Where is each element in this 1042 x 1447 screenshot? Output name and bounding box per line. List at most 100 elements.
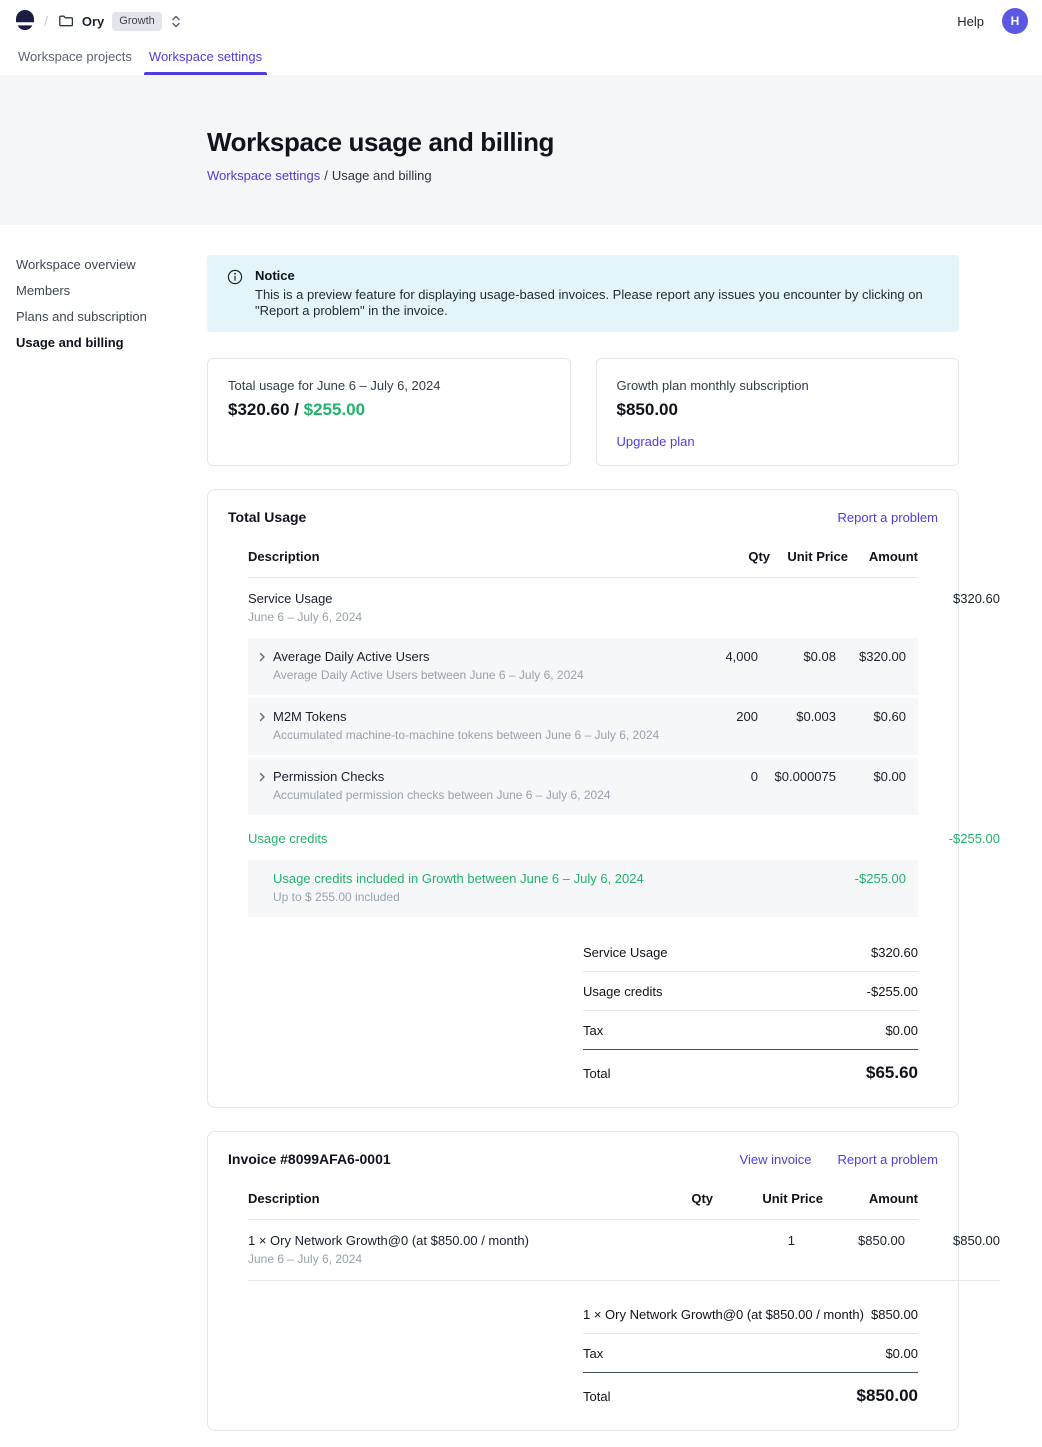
usage-panel-title: Total Usage <box>228 509 306 525</box>
ory-logo-icon[interactable] <box>16 10 34 32</box>
table-row-service-usage: Service Usage June 6 – July 6, 2024 $320… <box>248 578 1000 638</box>
breadcrumb-workspace-settings[interactable]: Workspace settings <box>207 168 320 183</box>
sidebar-item-members[interactable]: Members <box>16 284 187 297</box>
totals-value: $320.60 <box>871 945 918 960</box>
invoice-totals: 1 × Ory Network Growth@0 (at $850.00 / m… <box>583 1295 918 1406</box>
sidebar-item-plans-and-subscription[interactable]: Plans and subscription <box>16 310 187 323</box>
breadcrumb: Workspace settings/Usage and billing <box>207 168 1042 183</box>
usage-table-header: Description Qty Unit Price Amount <box>248 537 918 578</box>
totals-label: 1 × Ory Network Growth@0 (at $850.00 / m… <box>583 1307 864 1322</box>
col-amount: Amount <box>823 1191 918 1206</box>
grand-total-label: Total <box>583 1389 610 1404</box>
totals-line-subscription: 1 × Ory Network Growth@0 (at $850.00 / m… <box>583 1295 918 1334</box>
chevron-right-icon <box>256 769 273 802</box>
upgrade-plan-link[interactable]: Upgrade plan <box>617 434 695 449</box>
totals-grand-total: Total $65.60 <box>583 1050 918 1083</box>
row-subtitle: Accumulated machine-to-machine tokens be… <box>273 728 659 742</box>
page-title: Workspace usage and billing <box>207 127 1042 158</box>
table-row-average-daily-active-users[interactable]: Average Daily Active Users Average Daily… <box>248 638 918 695</box>
table-row-usage-credits-included: Usage credits included in Growth between… <box>248 860 918 917</box>
row-unit-price: $850.00 <box>795 1233 905 1248</box>
totals-label: Usage credits <box>583 984 662 999</box>
workspace-tabs: Workspace projects Workspace settings <box>0 42 1042 75</box>
total-usage-label: Total usage for June 6 – July 6, 2024 <box>228 378 550 393</box>
subscription-amount: $850.00 <box>617 400 939 420</box>
row-unit-price: $0.003 <box>758 709 836 724</box>
folder-icon <box>58 13 74 29</box>
summary-cards: Total usage for June 6 – July 6, 2024 $3… <box>207 358 959 466</box>
invoice-panel: Invoice #8099AFA6-0001 View invoice Repo… <box>207 1131 959 1431</box>
tab-workspace-settings[interactable]: Workspace settings <box>144 42 267 75</box>
row-amount: $850.00 <box>905 1233 1000 1248</box>
totals-value: $850.00 <box>871 1307 918 1322</box>
totals-grand-total: Total $850.00 <box>583 1373 918 1406</box>
chevron-right-icon <box>256 709 273 742</box>
total-usage-card: Total usage for June 6 – July 6, 2024 $3… <box>207 358 571 466</box>
totals-label: Service Usage <box>583 945 668 960</box>
workspace-switcher[interactable]: Ory Growth <box>58 12 182 31</box>
row-amount: -$255.00 <box>836 871 906 886</box>
usage-credits-amount: $255.00 <box>304 400 365 419</box>
invoice-table-header: Description Qty Unit Price Amount <box>248 1179 918 1220</box>
report-problem-link[interactable]: Report a problem <box>838 1152 938 1167</box>
help-link[interactable]: Help <box>957 14 984 29</box>
row-amount: $0.60 <box>836 709 906 724</box>
col-unit-price: Unit Price <box>713 1191 823 1206</box>
report-problem-link[interactable]: Report a problem <box>838 510 938 525</box>
row-qty: 4,000 <box>678 649 758 664</box>
totals-line-service-usage: Service Usage $320.60 <box>583 933 918 972</box>
view-invoice-link[interactable]: View invoice <box>740 1152 812 1167</box>
usage-table: Description Qty Unit Price Amount Servic… <box>248 537 918 1083</box>
total-usage-amount: $320.60 / $255.00 <box>228 400 550 420</box>
grand-total-value: $65.60 <box>866 1063 918 1083</box>
totals-line-tax: Tax $0.00 <box>583 1334 918 1373</box>
col-unit-price: Unit Price <box>770 549 848 564</box>
sidebar-item-workspace-overview[interactable]: Workspace overview <box>16 258 187 271</box>
totals-value: -$255.00 <box>867 984 918 999</box>
totals-value: $0.00 <box>885 1023 918 1038</box>
col-description: Description <box>248 1191 653 1206</box>
subscription-card: Growth plan monthly subscription $850.00… <box>596 358 960 466</box>
table-row-usage-credits: Usage credits -$255.00 <box>248 818 1000 860</box>
row-unit-price: $0.08 <box>758 649 836 664</box>
row-title: Service Usage <box>248 591 772 606</box>
row-title: M2M Tokens <box>273 709 659 724</box>
invoice-table: Description Qty Unit Price Amount 1 × Or… <box>248 1179 918 1406</box>
row-subtitle: Average Daily Active Users between June … <box>273 668 584 682</box>
chevron-updown-icon <box>170 14 182 29</box>
invoice-panel-title: Invoice #8099AFA6-0001 <box>228 1151 391 1167</box>
settings-sidebar: Workspace overview Members Plans and sub… <box>0 255 207 1431</box>
col-qty: Qty <box>653 1191 713 1206</box>
subscription-label: Growth plan monthly subscription <box>617 378 939 393</box>
row-subtitle: Up to $ 255.00 included <box>273 890 678 904</box>
notice-banner: Notice This is a preview feature for dis… <box>207 255 959 332</box>
row-title: Usage credits <box>248 831 772 846</box>
topbar-separator: / <box>44 13 48 29</box>
row-amount: $320.00 <box>836 649 906 664</box>
usage-totals: Service Usage $320.60 Usage credits -$25… <box>583 933 918 1083</box>
avatar[interactable]: H <box>1002 8 1028 34</box>
col-amount: Amount <box>848 549 918 564</box>
invoice-line-item: 1 × Ory Network Growth@0 (at $850.00 / m… <box>248 1220 1000 1281</box>
table-row-permission-checks[interactable]: Permission Checks Accumulated permission… <box>248 758 918 815</box>
row-amount: -$255.00 <box>930 831 1000 846</box>
table-row-m2m-tokens[interactable]: M2M Tokens Accumulated machine-to-machin… <box>248 698 918 755</box>
notice-body: This is a preview feature for displaying… <box>255 287 939 319</box>
col-qty: Qty <box>690 549 770 564</box>
row-title: Usage credits included in Growth between… <box>273 871 678 886</box>
sidebar-item-usage-and-billing[interactable]: Usage and billing <box>16 336 187 349</box>
grand-total-label: Total <box>583 1066 610 1081</box>
row-subtitle: Accumulated permission checks between Ju… <box>273 788 611 802</box>
workspace-name: Ory <box>82 14 104 29</box>
row-amount: $0.00 <box>836 769 906 784</box>
row-qty: 1 <box>735 1233 795 1248</box>
tab-workspace-projects[interactable]: Workspace projects <box>13 42 137 75</box>
totals-line-usage-credits: Usage credits -$255.00 <box>583 972 918 1011</box>
row-subtitle: June 6 – July 6, 2024 <box>248 1252 735 1266</box>
breadcrumb-current: Usage and billing <box>332 168 432 183</box>
plan-badge: Growth <box>112 12 161 31</box>
row-title: Permission Checks <box>273 769 611 784</box>
totals-value: $0.00 <box>885 1346 918 1361</box>
row-qty: 0 <box>678 769 758 784</box>
chevron-right-icon <box>256 649 273 682</box>
